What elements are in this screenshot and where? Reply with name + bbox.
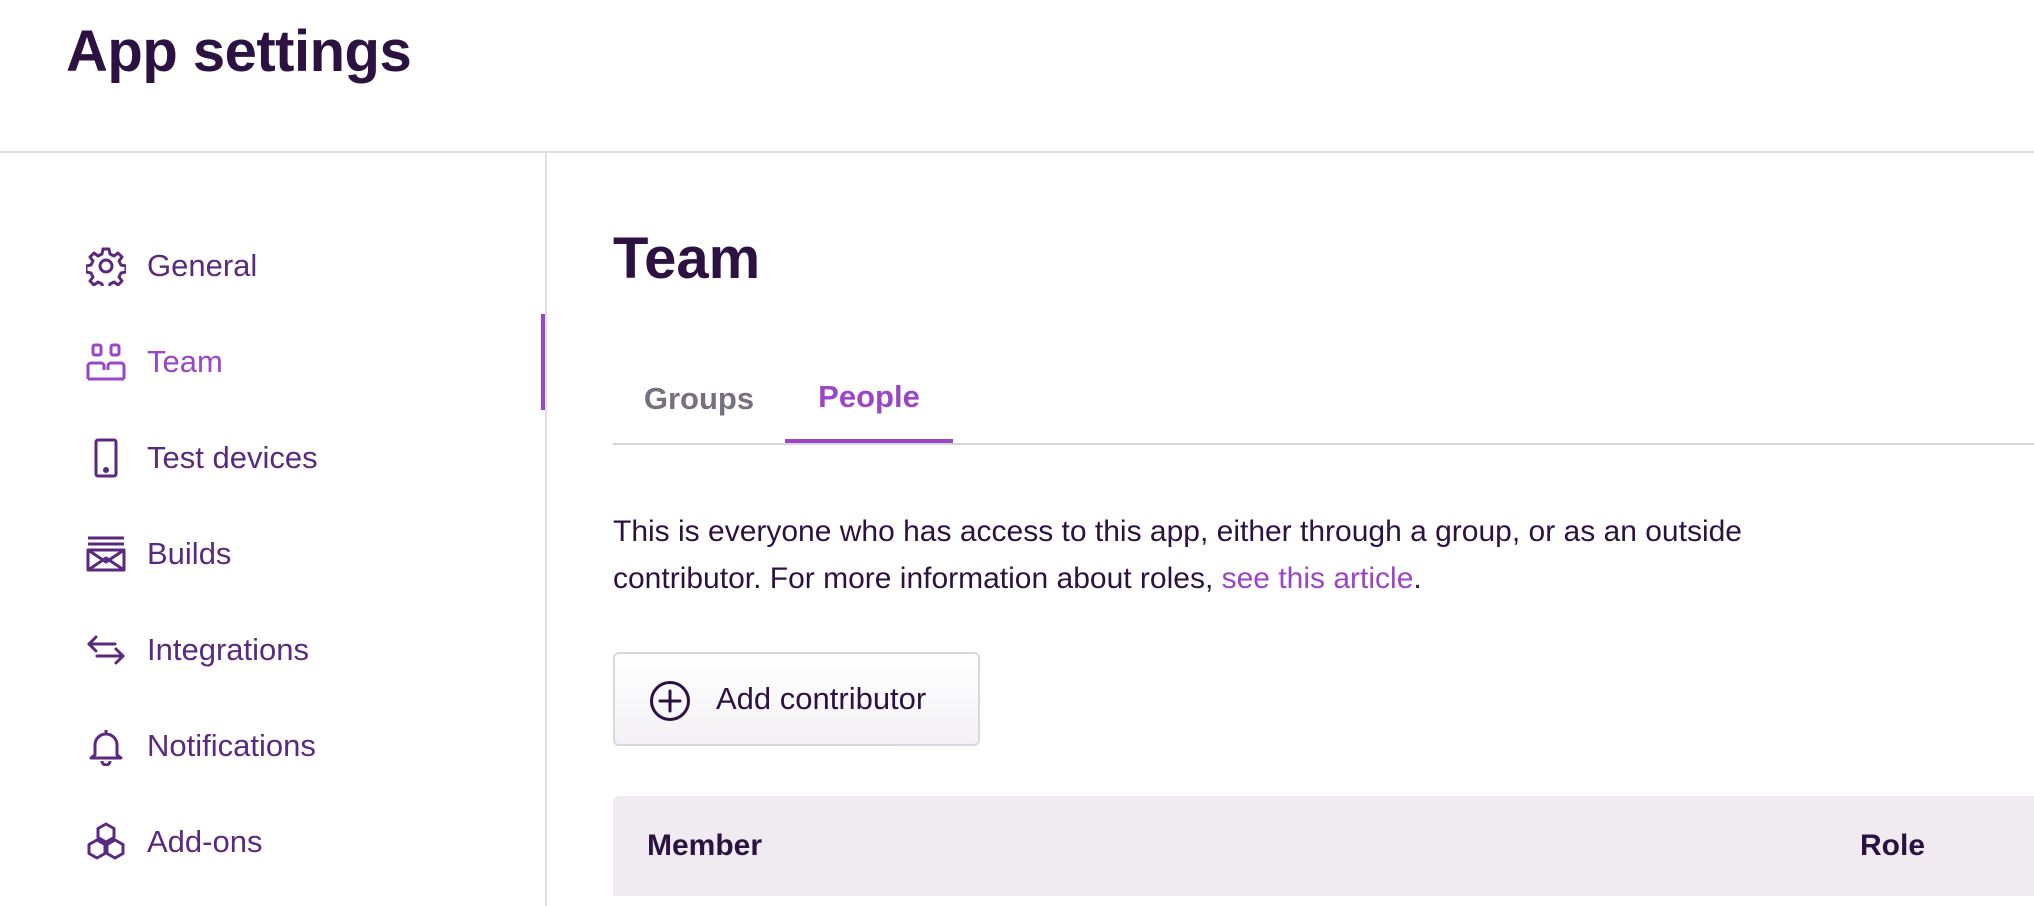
sidebar-item-notifications[interactable]: Notifications	[0, 698, 545, 794]
add-contributor-button[interactable]: Add contributor	[613, 652, 980, 746]
gear-icon	[84, 244, 128, 288]
page-title: App settings	[66, 19, 412, 84]
bell-icon	[84, 724, 128, 768]
plus-circle-icon	[649, 680, 691, 722]
team-description: This is everyone who has access to this …	[613, 508, 1843, 602]
members-table-header: Member Role	[613, 796, 2034, 896]
sidebar-item-label: Test devices	[147, 440, 318, 475]
addons-icon	[84, 820, 128, 864]
sidebar-item-add-ons[interactable]: Add-ons	[0, 794, 545, 890]
column-header-member: Member	[647, 829, 763, 862]
sidebar-item-label: Integrations	[147, 632, 309, 667]
arrows-icon	[84, 628, 128, 672]
phone-icon	[84, 436, 128, 480]
see-article-link[interactable]: see this article	[1222, 562, 1414, 595]
sidebar-item-test-devices[interactable]: Test devices	[0, 410, 545, 506]
tab-people[interactable]: People	[785, 355, 953, 443]
tab-groups[interactable]: Groups	[613, 355, 785, 443]
sidebar-item-team[interactable]: Team	[0, 314, 545, 410]
team-icon	[84, 340, 128, 384]
column-header-role: Role	[1860, 829, 1926, 862]
description-text: This is everyone who has access to this …	[613, 515, 1742, 595]
sidebar-item-label: General	[147, 248, 258, 283]
sidebar-item-builds[interactable]: Builds	[0, 506, 545, 602]
page-header: App settings	[0, 0, 2034, 153]
description-suffix: .	[1413, 562, 1422, 595]
sidebar-item-label: Team	[147, 344, 223, 379]
add-contributor-label: Add contributor	[716, 681, 927, 716]
sidebar-item-general[interactable]: General	[0, 218, 545, 314]
sidebar-nav: General Team Test devices Builds Integra…	[0, 153, 547, 906]
sidebar-item-label: Notifications	[147, 728, 316, 763]
tab-bar: Groups People	[613, 355, 2034, 445]
sidebar-item-label: Add-ons	[147, 824, 263, 859]
main-content: Team Groups People This is everyone who …	[547, 153, 2034, 906]
builds-icon	[84, 532, 128, 576]
sidebar-item-label: Builds	[147, 536, 232, 571]
sidebar-item-integrations[interactable]: Integrations	[0, 602, 545, 698]
section-title: Team	[613, 226, 761, 291]
